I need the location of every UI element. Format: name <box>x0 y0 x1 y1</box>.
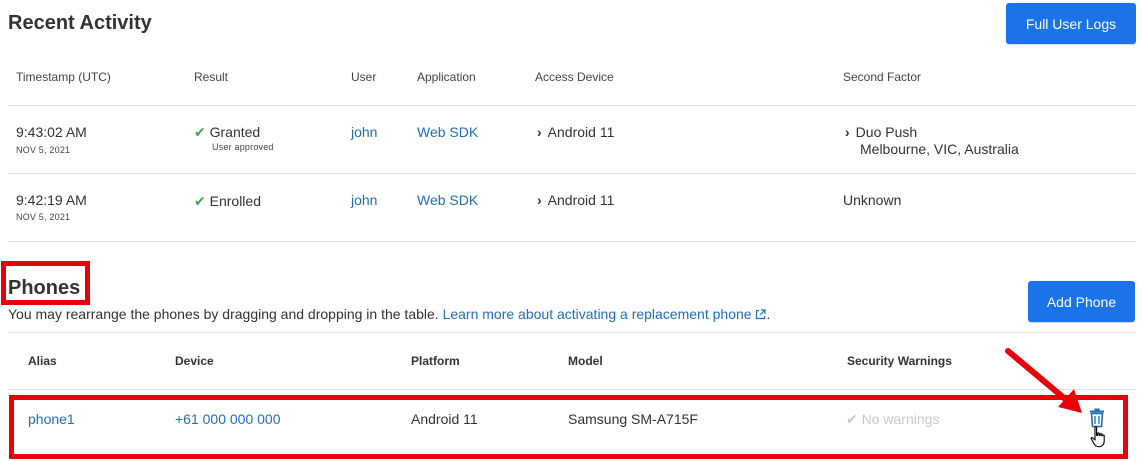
col-result: Result <box>194 70 229 84</box>
divider <box>8 389 1136 390</box>
result-cell: ✔ Enrolled <box>194 193 261 210</box>
timestamp-time: 9:42:19 AM <box>16 192 87 208</box>
col-user: User <box>351 70 377 84</box>
col-application: Application <box>417 70 476 84</box>
user-link[interactable]: john <box>351 192 377 208</box>
phones-description-text: You may rearrange the phones by dragging… <box>8 306 439 322</box>
result-text: Granted <box>209 124 261 140</box>
full-user-logs-button[interactable]: Full User Logs <box>1006 3 1136 44</box>
timestamp-date: NOV 5, 2021 <box>16 212 71 222</box>
col-security-warnings: Security Warnings <box>847 354 952 368</box>
divider <box>8 173 1136 174</box>
hand-cursor-icon <box>1090 426 1105 448</box>
learn-more-text: Learn more about activating a replacemen… <box>442 306 752 322</box>
annotation-highlight-box <box>1 261 90 305</box>
col-timestamp: Timestamp (UTC) <box>16 70 111 84</box>
external-link-icon <box>756 309 767 320</box>
chevron-right-icon: › <box>537 192 542 208</box>
second-factor-text: Duo Push <box>855 124 918 140</box>
application-link[interactable]: Web SDK <box>417 192 478 208</box>
trailing-period: . <box>766 306 771 322</box>
col-model: Model <box>568 354 603 368</box>
access-device-text: Android 11 <box>547 124 615 140</box>
second-factor-location: Melbourne, VIC, Australia <box>860 141 1019 157</box>
divider <box>8 105 1136 106</box>
access-device-cell[interactable]: › Android 11 <box>537 124 614 140</box>
col-access-device: Access Device <box>535 70 614 84</box>
divider <box>8 241 1136 242</box>
divider <box>8 332 1136 333</box>
access-device-text: Android 11 <box>547 192 615 208</box>
col-alias: Alias <box>28 354 57 368</box>
result-text: Enrolled <box>209 193 261 209</box>
result-cell: ✔ Granted <box>194 124 260 141</box>
col-platform: Platform <box>411 354 460 368</box>
red-arrow-annotation <box>1005 348 1082 413</box>
annotation-highlight-box <box>9 395 1128 459</box>
chevron-right-icon: › <box>845 124 850 140</box>
user-link[interactable]: john <box>351 124 377 140</box>
check-icon: ✔ <box>194 193 206 209</box>
timestamp-date: NOV 5, 2021 <box>16 145 71 155</box>
learn-more-link[interactable]: Learn more about activating a replacemen… <box>443 306 767 322</box>
second-factor-cell[interactable]: › Duo Push <box>845 124 917 140</box>
timestamp-time: 9:43:02 AM <box>16 124 87 140</box>
second-factor-text: Unknown <box>843 192 902 208</box>
phones-description: You may rearrange the phones by dragging… <box>8 306 770 322</box>
access-device-cell[interactable]: › Android 11 <box>537 192 614 208</box>
check-icon: ✔ <box>194 124 206 140</box>
col-second-factor: Second Factor <box>843 70 922 84</box>
result-subtext: User approved <box>212 142 274 152</box>
col-device: Device <box>175 354 214 368</box>
add-phone-button[interactable]: Add Phone <box>1028 281 1135 322</box>
chevron-right-icon: › <box>537 124 542 140</box>
recent-activity-title: Recent Activity <box>8 12 152 34</box>
application-link[interactable]: Web SDK <box>417 124 478 140</box>
